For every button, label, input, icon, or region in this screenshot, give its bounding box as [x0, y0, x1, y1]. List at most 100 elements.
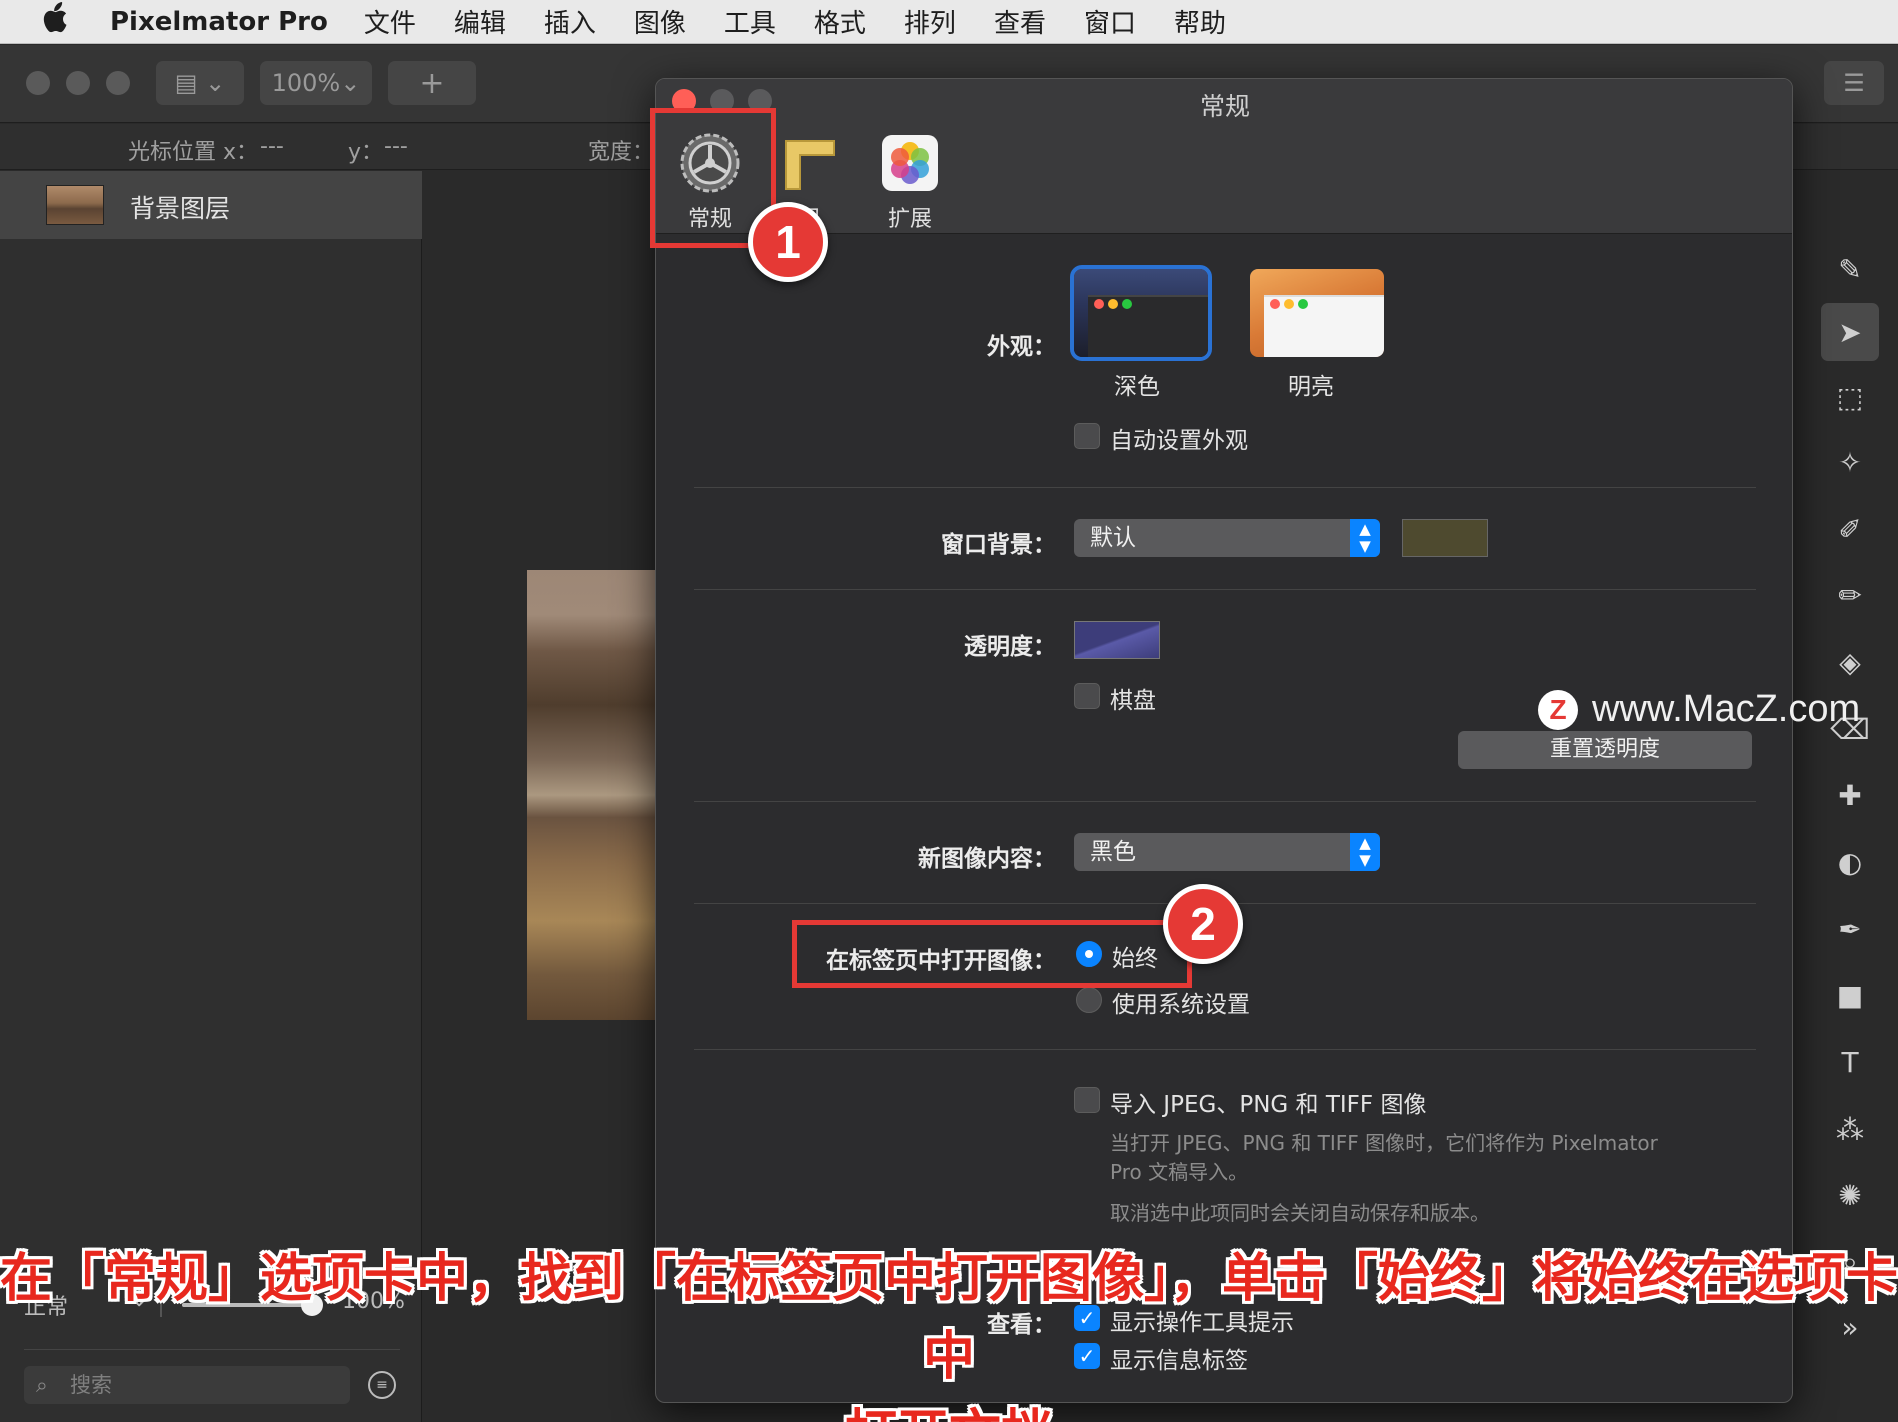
- checkerboard-label: 棋盘: [1110, 688, 1156, 714]
- sliders-icon: ☰: [1843, 69, 1865, 97]
- import-label: 导入 JPEG、PNG 和 TIFF 图像: [1110, 1092, 1427, 1118]
- paint-brush-icon[interactable]: ✏: [1828, 573, 1872, 617]
- dot-icon: [1284, 299, 1294, 309]
- tab-extensions-label: 扩展: [887, 207, 932, 232]
- step-badge-1: 1: [748, 202, 828, 282]
- dot-icon: [1108, 299, 1118, 309]
- watermark-text: www.MacZ.com: [1592, 688, 1861, 730]
- transparency-color-well[interactable]: [1074, 621, 1160, 659]
- import-checkbox[interactable]: [1074, 1087, 1100, 1113]
- import-description-2: Pro 文稿导入。: [1110, 1160, 1249, 1184]
- import-description-1: 当打开 JPEG、PNG 和 TIFF 图像时，它们将作为 Pixelmator: [1110, 1131, 1658, 1155]
- color-picker-icon[interactable]: ✐: [1828, 507, 1872, 551]
- caption-line-2: 打开文档: [0, 1396, 1898, 1422]
- sidebar-icon: ▤ ⌄: [174, 69, 226, 97]
- layer-name: 背景图层: [130, 194, 231, 223]
- watermark: Z www.MacZ.com: [1538, 688, 1860, 731]
- auto-appearance-checkbox[interactable]: [1074, 423, 1100, 449]
- separator: [694, 487, 1756, 488]
- appearance-light-option[interactable]: [1250, 269, 1384, 357]
- layer-thumbnail: [46, 185, 104, 225]
- menu-edit[interactable]: 编辑: [454, 3, 506, 40]
- style-brush-icon[interactable]: ✎: [1828, 247, 1872, 291]
- light-window-preview: [1264, 295, 1384, 357]
- pen-tool-icon[interactable]: ✒: [1828, 907, 1872, 951]
- color-adjust-icon[interactable]: ⁂: [1828, 1107, 1872, 1151]
- menu-tools[interactable]: 工具: [724, 3, 776, 40]
- caption-line-1: 在「常规」选项卡中，找到「在标签页中打开图像」，单击「始终」将始终在选项卡中: [0, 1249, 1898, 1387]
- app-name-menu[interactable]: Pixelmator Pro: [110, 7, 328, 37]
- step-badge-2: 2: [1163, 884, 1243, 964]
- separator: [694, 1049, 1756, 1050]
- updown-chevron-icon: ▲ ▼: [1350, 833, 1380, 871]
- chevron-down-icon: ⌄: [340, 69, 361, 97]
- window-bg-value: 默认: [1090, 525, 1136, 551]
- preferences-dialog: 常规 常规 尺: [655, 78, 1793, 1403]
- layer-row[interactable]: 背景图层: [0, 171, 422, 239]
- effects-icon[interactable]: ◐: [1828, 840, 1872, 884]
- dialog-header: 常规 常规 尺: [656, 79, 1792, 234]
- menu-insert[interactable]: 插入: [544, 3, 596, 40]
- appearance-dark-label: 深色: [1114, 374, 1160, 400]
- minimize-window-button[interactable]: [66, 71, 90, 95]
- plus-icon: +: [419, 65, 445, 101]
- tutorial-caption: 在「常规」选项卡中，找到「在标签页中打开图像」，单击「始终」将始终在选项卡中 打…: [0, 1240, 1898, 1422]
- open-system-label: 使用系统设置: [1112, 992, 1250, 1018]
- apple-menu-icon[interactable]: [0, 1, 110, 42]
- menu-window[interactable]: 窗口: [1084, 3, 1136, 40]
- sidebar-toggle-button[interactable]: ▤ ⌄: [156, 61, 244, 105]
- menu-file[interactable]: 文件: [364, 3, 416, 40]
- add-button[interactable]: +: [388, 61, 476, 105]
- import-description-3: 取消选中此项同时会关闭自动保存和版本。: [1110, 1201, 1490, 1225]
- transparency-label: 透明度：: [964, 634, 1056, 660]
- close-window-button[interactable]: [26, 71, 50, 95]
- new-image-label: 新图像内容：: [918, 846, 1056, 872]
- new-image-select[interactable]: 黑色 ▲ ▼: [1074, 833, 1380, 871]
- separator: [694, 801, 1756, 802]
- separator: [694, 589, 1756, 590]
- tool-options-button[interactable]: ☰: [1824, 61, 1884, 105]
- text-tool-icon[interactable]: T: [1828, 1040, 1872, 1084]
- shape-tool-icon[interactable]: ■: [1828, 973, 1872, 1017]
- dark-window-preview: [1088, 295, 1208, 357]
- dialog-title: 常规: [1199, 92, 1250, 121]
- cursor-x-label: 光标位置 x：: [128, 140, 259, 165]
- updown-chevron-icon: ▲ ▼: [1350, 519, 1380, 557]
- paint-bucket-icon[interactable]: ◈: [1828, 640, 1872, 684]
- tab-extensions[interactable]: 扩展: [864, 131, 956, 232]
- appearance-light-label: 明亮: [1288, 374, 1334, 400]
- reset-transparency-button[interactable]: 重置透明度: [1458, 731, 1752, 769]
- rectangle-select-icon[interactable]: ⬚: [1828, 375, 1872, 419]
- menu-bar: Pixelmator Pro 文件 编辑 插入 图像 工具 格式 排列 查看 窗…: [0, 0, 1898, 44]
- macz-logo-icon: Z: [1538, 689, 1578, 730]
- magic-select-icon[interactable]: ✧: [1828, 440, 1872, 484]
- distort-tool-icon[interactable]: ✺: [1828, 1173, 1872, 1217]
- canvas-image[interactable]: [527, 570, 655, 1020]
- appearance-dark-option[interactable]: [1070, 265, 1212, 361]
- auto-appearance-label: 自动设置外观: [1110, 428, 1248, 454]
- arrange-tool-icon[interactable]: ➤: [1821, 303, 1879, 361]
- window-bg-select[interactable]: 默认 ▲ ▼: [1074, 519, 1380, 557]
- menu-image[interactable]: 图像: [634, 3, 686, 40]
- photos-extension-icon: [878, 131, 942, 195]
- dot-icon: [1298, 299, 1308, 309]
- menu-view[interactable]: 查看: [994, 3, 1046, 40]
- window-bg-color-well[interactable]: [1402, 519, 1488, 557]
- highlight-open-in-tabs: [792, 920, 1192, 988]
- zoom-menu[interactable]: 100% ⌄: [260, 61, 372, 105]
- menu-arrange[interactable]: 排列: [904, 3, 956, 40]
- width-label: 宽度：: [588, 140, 655, 165]
- dot-icon: [1094, 299, 1104, 309]
- cursor-x-value: ---: [260, 134, 284, 159]
- window-bg-label: 窗口背景：: [941, 532, 1056, 558]
- zoom-window-button[interactable]: [106, 71, 130, 95]
- menu-help[interactable]: 帮助: [1174, 3, 1226, 40]
- repair-tool-icon[interactable]: ✚: [1828, 773, 1872, 817]
- zoom-value: 100%: [271, 69, 341, 97]
- ruler-icon: [778, 131, 842, 195]
- dot-icon: [1270, 299, 1280, 309]
- checkerboard-checkbox[interactable]: [1074, 683, 1100, 709]
- dot-icon: [1122, 299, 1132, 309]
- open-system-radio[interactable]: [1076, 987, 1102, 1013]
- menu-format[interactable]: 格式: [814, 3, 866, 40]
